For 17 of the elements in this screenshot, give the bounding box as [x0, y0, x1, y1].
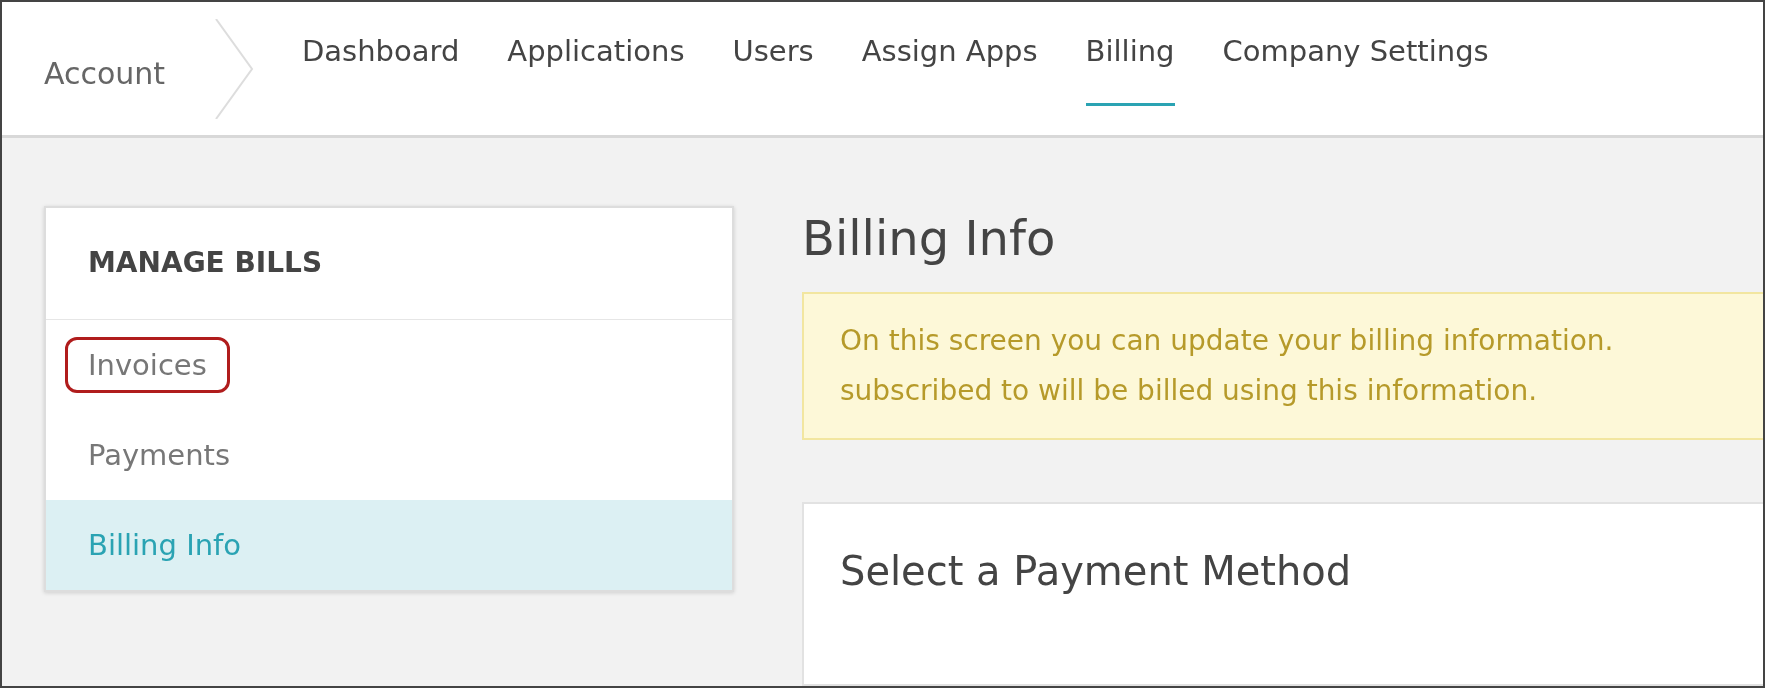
sidebar-item[interactable]: Payments	[46, 410, 732, 500]
nav-tab[interactable]: Dashboard	[302, 2, 460, 106]
sidebar-item-label: Payments	[88, 438, 231, 472]
nav-tab[interactable]: Billing	[1085, 2, 1175, 106]
nav-tab[interactable]: Applications	[507, 2, 685, 106]
notice-text: On this screen you can update your billing information.	[840, 323, 1615, 359]
nav-tab[interactable]: Company Settings	[1222, 2, 1489, 106]
sidebar-item[interactable]: Invoices	[46, 320, 732, 410]
notice-text: subscribed to will be billed using this information.	[840, 373, 1539, 409]
chevron-divider-icon	[214, 18, 254, 119]
nav-tab[interactable]: Users	[732, 2, 814, 106]
card-title: Select a Payment Method	[840, 548, 1352, 594]
breadcrumb-link[interactable]: Account	[44, 56, 214, 91]
sidebar-item-label: Invoices	[88, 348, 207, 382]
page-title: Billing Info	[802, 210, 1057, 266]
sidebar-item-label: Billing Info	[88, 528, 241, 562]
nav-tab[interactable]: Assign Apps	[861, 2, 1038, 106]
